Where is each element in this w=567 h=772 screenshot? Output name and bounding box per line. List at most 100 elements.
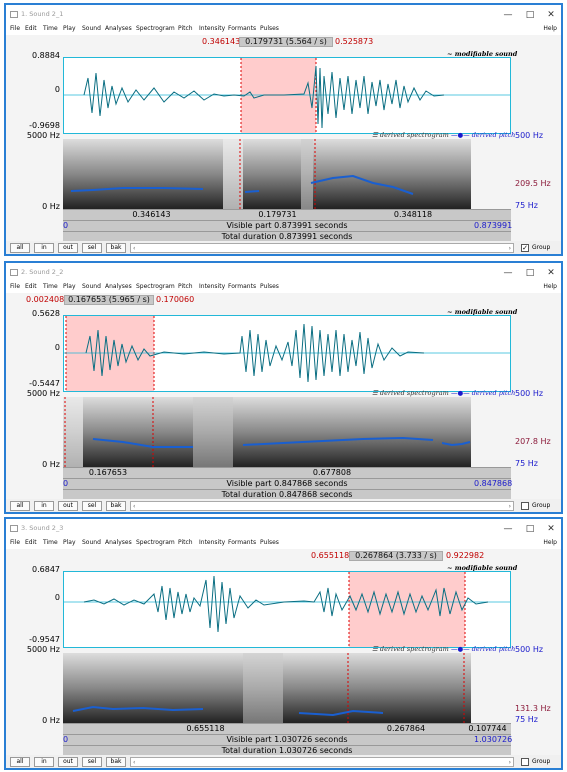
sound-window-2[interactable]: 2. Sound 2_2 — □ ✕ File Edit Time Play S… [4,261,563,514]
menu-pitch[interactable]: Pitch [178,539,193,546]
menu-time[interactable]: Time [43,283,58,290]
zoom-back-button[interactable]: bak [106,243,126,253]
close-icon[interactable]: ✕ [544,266,558,280]
scroll-left-icon[interactable]: ‹ [133,759,135,766]
group-checkbox[interactable]: ✓ [521,244,529,252]
menu-edit[interactable]: Edit [25,283,37,290]
zoom-all-button[interactable]: all [10,501,30,511]
sound-editor-canvas[interactable]: 0.346143 0.179731 (5.564 / s) 0.525873 0… [6,35,561,242]
title-bar[interactable]: 3. Sound 2_3 — □ ✕ [6,519,561,539]
menu-time[interactable]: Time [43,25,58,32]
zoom-out-button[interactable]: out [58,757,78,767]
waveform-panel[interactable] [63,315,511,392]
zoom-all-button[interactable]: all [10,757,30,767]
zoom-sel-button[interactable]: sel [82,243,102,253]
segment-left[interactable]: 0.346143 [63,209,240,220]
menu-edit[interactable]: Edit [25,539,37,546]
selection-duration-bar[interactable]: 0.267864 (3.733 / s) [349,551,443,561]
sound-window-1[interactable]: 1. Sound 2_1 — □ ✕ File Edit Time Play S… [4,3,563,256]
close-icon[interactable]: ✕ [544,522,558,536]
close-icon[interactable]: ✕ [544,8,558,22]
zoom-back-button[interactable]: bak [106,757,126,767]
selection-duration-bar[interactable]: 0.179731 (5.564 / s) [239,37,333,47]
sound-editor-canvas[interactable]: 0.655118 0.267864 (3.733 / s) 0.922982 0… [6,549,561,756]
zoom-in-button[interactable]: in [34,757,54,767]
menu-sound[interactable]: Sound [82,539,101,546]
menu-spectrogram[interactable]: Spectrogram [136,283,175,290]
waveform-panel[interactable] [63,57,511,134]
maximize-icon[interactable]: □ [523,8,537,22]
menu-play[interactable]: Play [63,25,76,32]
menu-help[interactable]: Help [543,283,557,290]
spectrogram-panel[interactable] [63,139,471,209]
spectrogram-panel[interactable] [63,397,471,467]
sound-window-3[interactable]: 3. Sound 2_3 — □ ✕ File Edit Time Play S… [4,517,563,770]
menu-time[interactable]: Time [43,539,58,546]
menu-analyses[interactable]: Analyses [105,283,132,290]
menu-play[interactable]: Play [63,539,76,546]
menu-pitch[interactable]: Pitch [178,25,193,32]
menu-help[interactable]: Help [543,25,557,32]
segment-right[interactable]: 0.107744 [464,723,511,734]
segment-selected[interactable]: 0.179731 [240,209,315,220]
group-checkbox[interactable] [521,758,529,766]
scroll-right-icon[interactable]: › [509,503,511,510]
minimize-icon[interactable]: — [501,522,515,536]
menu-sound[interactable]: Sound [82,25,101,32]
segment-left[interactable]: 0.655118 [63,723,348,734]
zoom-all-button[interactable]: all [10,243,30,253]
menu-play[interactable]: Play [63,283,76,290]
menu-file[interactable]: File [10,539,20,546]
menu-spectrogram[interactable]: Spectrogram [136,25,175,32]
visible-part-bar[interactable]: Visible part 0.847868 seconds [63,478,511,489]
title-bar[interactable]: 1. Sound 2_1 — □ ✕ [6,5,561,25]
title-bar[interactable]: 2. Sound 2_2 — □ ✕ [6,263,561,283]
minimize-icon[interactable]: — [501,8,515,22]
visible-part-bar[interactable]: Visible part 0.873991 seconds [63,220,511,231]
menu-intensity[interactable]: Intensity [199,539,225,546]
spectrogram-panel[interactable] [63,653,471,723]
menu-sound[interactable]: Sound [82,283,101,290]
menu-edit[interactable]: Edit [25,25,37,32]
zoom-back-button[interactable]: bak [106,501,126,511]
horizontal-scrollbar[interactable]: ‹ › [130,243,514,253]
zoom-in-button[interactable]: in [34,243,54,253]
scroll-left-icon[interactable]: ‹ [133,503,135,510]
scroll-right-icon[interactable]: › [509,759,511,766]
waveform-panel[interactable] [63,571,511,648]
zoom-in-button[interactable]: in [34,501,54,511]
visible-part-bar[interactable]: Visible part 1.030726 seconds [63,734,511,745]
selection-duration-bar[interactable]: 0.167653 (5.965 / s) [64,295,154,305]
segment-right[interactable]: 0.348118 [315,209,511,220]
menu-pitch[interactable]: Pitch [178,283,193,290]
segment-right[interactable]: 0.677808 [153,467,511,478]
menu-pulses[interactable]: Pulses [260,539,279,546]
horizontal-scrollbar[interactable]: ‹ › [130,501,514,511]
menu-file[interactable]: File [10,25,20,32]
zoom-out-button[interactable]: out [58,243,78,253]
menu-formants[interactable]: Formants [228,539,256,546]
maximize-icon[interactable]: □ [523,266,537,280]
menu-file[interactable]: File [10,283,20,290]
minimize-icon[interactable]: — [501,266,515,280]
menu-intensity[interactable]: Intensity [199,283,225,290]
zoom-sel-button[interactable]: sel [82,501,102,511]
menu-analyses[interactable]: Analyses [105,25,132,32]
horizontal-scrollbar[interactable]: ‹ › [130,757,514,767]
zoom-sel-button[interactable]: sel [82,757,102,767]
sound-editor-canvas[interactable]: 0.002408 0.167653 (5.965 / s) 0.170060 0… [6,293,561,500]
maximize-icon[interactable]: □ [523,522,537,536]
segment-left[interactable]: 0.167653 [63,467,153,478]
menu-formants[interactable]: Formants [228,283,256,290]
menu-pulses[interactable]: Pulses [260,25,279,32]
scroll-right-icon[interactable]: › [509,245,511,252]
menu-pulses[interactable]: Pulses [260,283,279,290]
menu-analyses[interactable]: Analyses [105,539,132,546]
menu-help[interactable]: Help [543,539,557,546]
menu-formants[interactable]: Formants [228,25,256,32]
menu-intensity[interactable]: Intensity [199,25,225,32]
menu-spectrogram[interactable]: Spectrogram [136,539,175,546]
group-checkbox[interactable] [521,502,529,510]
segment-selected[interactable]: 0.267864 [348,723,464,734]
zoom-out-button[interactable]: out [58,501,78,511]
